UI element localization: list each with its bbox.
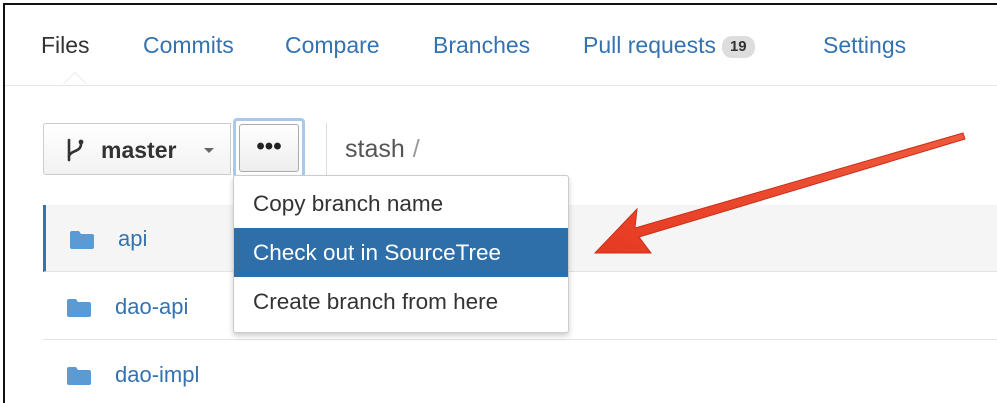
tab-pull-requests[interactable]: Pull requests 19 bbox=[583, 5, 755, 85]
tab-pull-requests-label: Pull requests bbox=[583, 32, 716, 58]
breadcrumb-separator: / bbox=[412, 135, 420, 163]
breadcrumb-repo[interactable]: stash bbox=[345, 135, 405, 163]
menu-item-copy-branch-name[interactable]: Copy branch name bbox=[234, 179, 568, 228]
chevron-down-icon bbox=[204, 148, 214, 153]
active-tab-indicator bbox=[63, 72, 87, 84]
more-actions-button[interactable]: ••• bbox=[233, 118, 305, 178]
folder-icon bbox=[67, 367, 91, 385]
folder-icon bbox=[67, 299, 91, 317]
toolbar-divider bbox=[326, 123, 327, 175]
menu-item-create-branch[interactable]: Create branch from here bbox=[234, 277, 568, 326]
file-name[interactable]: api bbox=[118, 205, 147, 273]
menu-item-check-out-in-sourcetree[interactable]: Check out in SourceTree bbox=[234, 228, 568, 277]
tab-commits[interactable]: Commits bbox=[143, 5, 234, 85]
repo-tabs: Files Commits Compare Branches Pull requ… bbox=[5, 5, 997, 86]
pull-request-count-badge: 19 bbox=[721, 36, 755, 58]
tab-compare[interactable]: Compare bbox=[285, 5, 380, 85]
breadcrumb: stash / bbox=[345, 123, 420, 175]
file-name[interactable]: dao-api bbox=[115, 273, 188, 341]
repository-browser: Files Commits Compare Branches Pull requ… bbox=[3, 3, 997, 403]
annotation-arrow-icon bbox=[593, 132, 966, 254]
branch-name: master bbox=[101, 137, 177, 163]
more-actions-menu: Copy branch name Check out in SourceTree… bbox=[233, 175, 569, 333]
branch-icon bbox=[67, 138, 84, 162]
tab-settings[interactable]: Settings bbox=[823, 5, 906, 85]
folder-icon bbox=[70, 231, 94, 249]
tab-branches[interactable]: Branches bbox=[433, 5, 530, 85]
branch-selector-button[interactable]: master bbox=[43, 123, 231, 175]
ellipsis-icon: ••• bbox=[239, 124, 299, 172]
